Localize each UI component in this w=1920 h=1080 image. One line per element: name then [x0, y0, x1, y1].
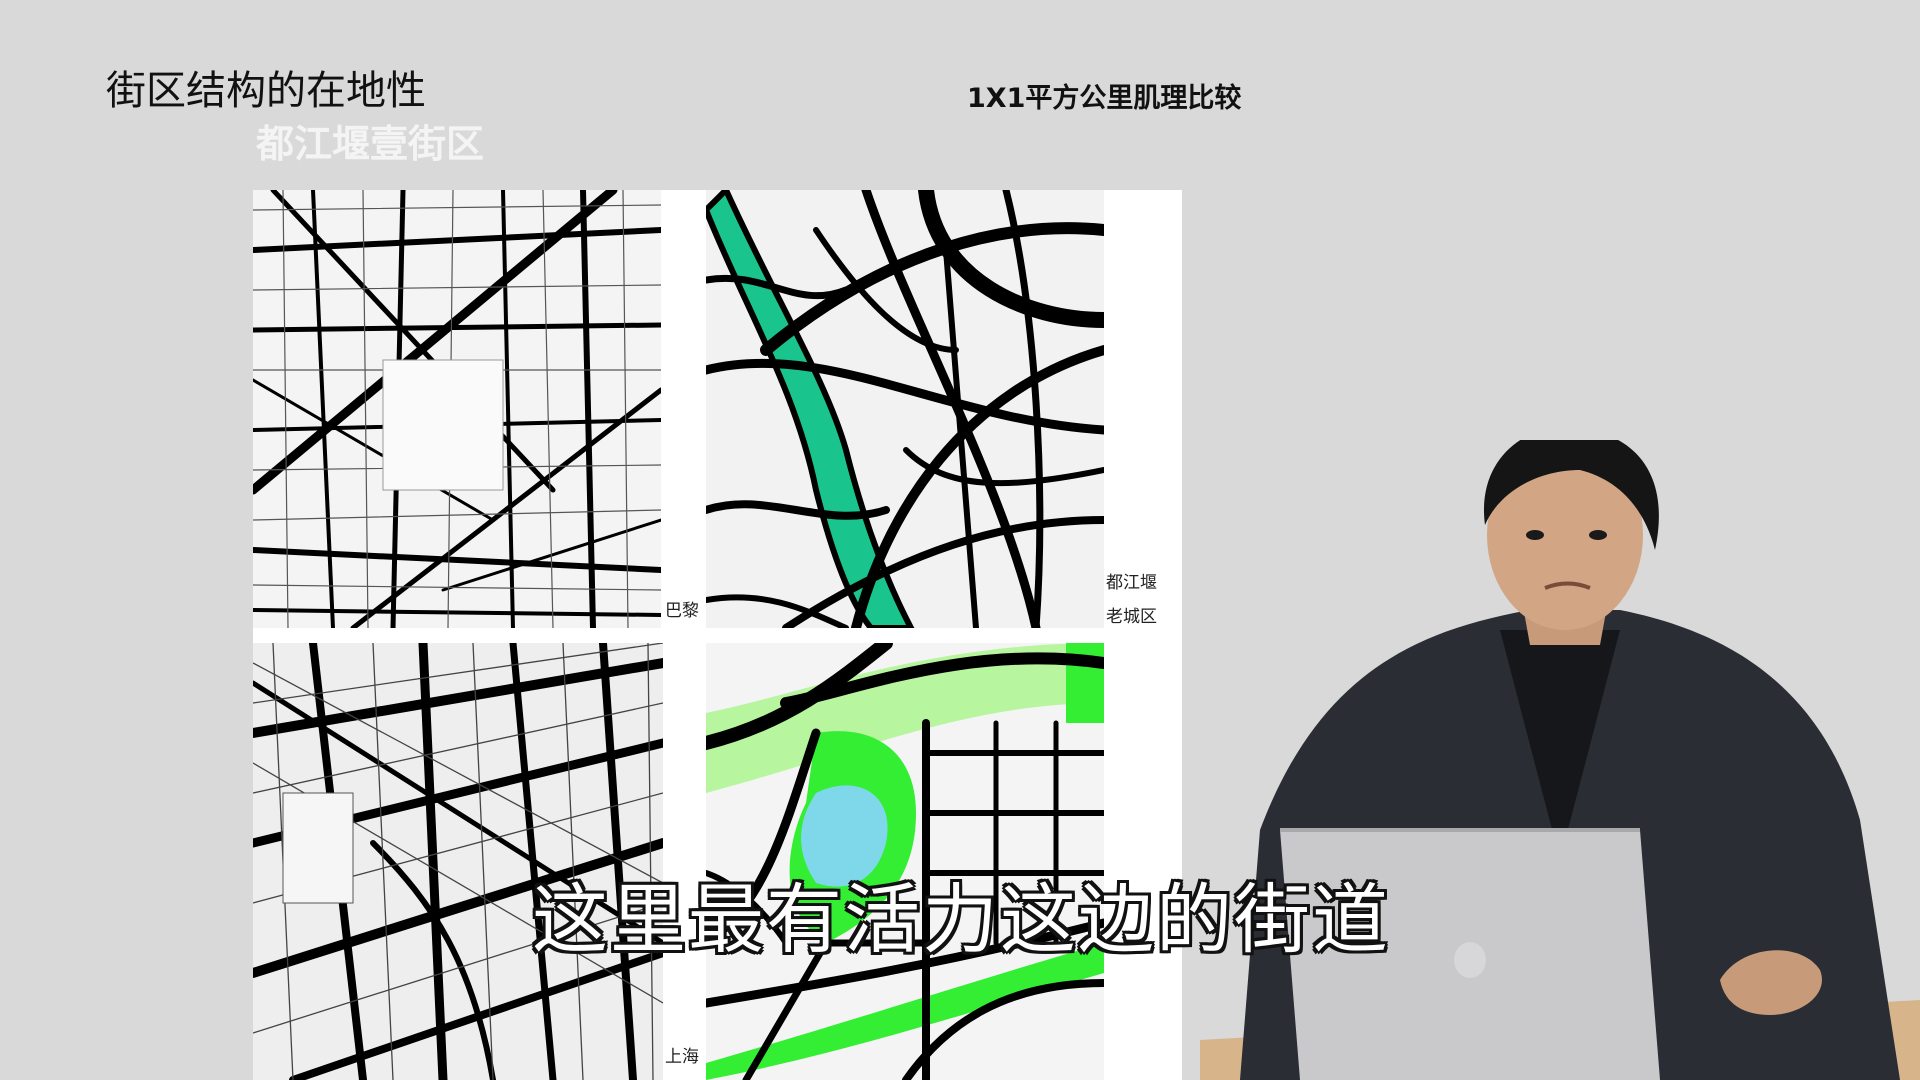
map-dujiangyan	[706, 190, 1104, 628]
presenter	[1200, 440, 1920, 1080]
map-label-shanghai: 上海	[665, 1047, 699, 1067]
slide-subtitle: 都江堰壹街区	[256, 122, 485, 166]
map-label-old-town: 老城区	[1106, 607, 1157, 627]
map-paris	[253, 190, 661, 628]
map-label-dujiangyan: 都江堰	[1106, 573, 1157, 593]
map-label-paris: 巴黎	[665, 601, 699, 621]
figure-title: 1X1平方公里肌理比较	[967, 83, 1242, 114]
slide-title: 街区结构的在地性	[106, 68, 426, 114]
caption: 这里最有活力这边的街道	[532, 875, 1390, 964]
